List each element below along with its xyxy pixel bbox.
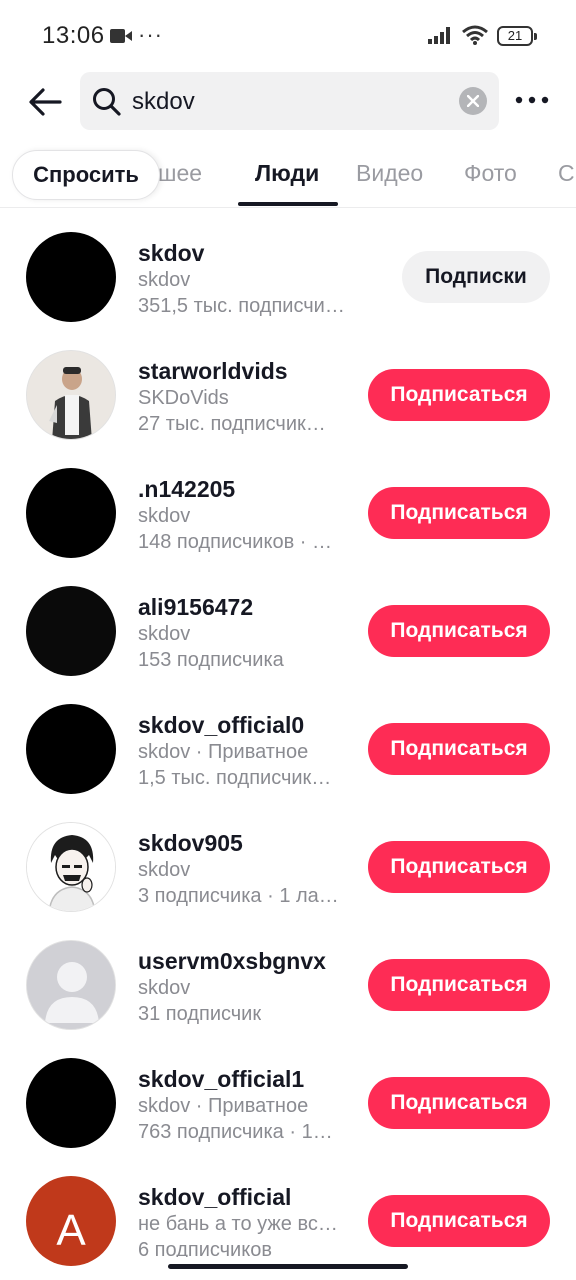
user-row[interactable]: skdov_official1 skdov · Приватное 763 по… [0,1044,576,1162]
follow-button[interactable]: Подписаться [368,959,550,1011]
close-icon [467,95,479,107]
search-query[interactable]: skdov [132,88,195,116]
search-icon [92,87,122,122]
battery-indicator: 21 [497,26,537,46]
user-row[interactable]: ali9156472 skdov 153 подписчика Подписат… [0,572,576,690]
user-follower-count: 153 подписчика [138,649,284,671]
user-follower-count: 1,5 тыс. подписчик… [138,767,332,789]
follow-button[interactable]: Подписаться [368,605,550,657]
user-row[interactable]: A skdov_official не бань а то уже вс… 6 … [0,1162,576,1280]
user-nickname: skdov [138,977,191,999]
wifi-icon [461,24,489,51]
default-avatar-icon [27,941,115,1029]
user-follower-count: 6 подписчиков [138,1239,272,1257]
user-row[interactable]: skdov skdov 351,5 тыс. подписчико… Подпи… [0,218,576,336]
clear-search-button[interactable] [459,87,487,115]
avatar[interactable]: A [26,1176,116,1266]
following-button[interactable]: Подписки [402,251,550,303]
tab-people[interactable]: Люди [255,160,319,187]
more-dots-icon [515,96,549,104]
user-row[interactable]: skdov_official0 skdov · Приватное 1,5 ты… [0,690,576,808]
avatar[interactable] [26,232,116,322]
user-nickname: SKDoVids [138,387,229,409]
user-follower-count: 3 подписчика · 1 ла… [138,885,339,907]
username: skdov_official [138,1184,292,1210]
avatar[interactable] [26,1058,116,1148]
avatar[interactable] [26,468,116,558]
user-row[interactable]: .n142205 skdov 148 подписчиков · … Подпи… [0,454,576,572]
username: uservm0xsbgnvx [138,948,326,974]
user-row[interactable]: starworldvids SKDoVids 27 тыс. подписчик… [0,336,576,454]
home-indicator[interactable] [168,1264,408,1269]
arrow-left-icon [29,88,62,116]
back-button[interactable] [24,82,66,122]
ask-button[interactable]: Спросить [12,150,160,200]
user-follower-count: 148 подписчиков · … [138,531,332,553]
tab-top[interactable]: шее [158,160,202,187]
avatar[interactable] [26,350,116,440]
status-time: 13:06 [42,22,105,49]
user-follower-count: 31 подписчик [138,1003,262,1025]
user-follower-count: 27 тыс. подписчик… [138,413,326,435]
user-nickname: skdov [138,269,191,291]
follow-button[interactable]: Подписаться [368,487,550,539]
avatar[interactable] [26,940,116,1030]
tab-more[interactable]: С [558,160,575,187]
tab-videos[interactable]: Видео [356,160,423,187]
username: .n142205 [138,476,236,502]
user-nickname: skdov · Приватное [138,741,309,763]
more-notifications-icon: ··· [138,22,163,47]
user-follower-count: 351,5 тыс. подписчико… [138,295,353,317]
username: skdov [138,240,205,266]
search-input[interactable]: skdov [80,72,499,130]
follow-button[interactable]: Подписаться [368,723,550,775]
username: skdov_official0 [138,712,305,738]
avatar[interactable] [26,822,116,912]
follow-button[interactable]: Подписаться [368,1195,550,1247]
avatar[interactable] [26,586,116,676]
username: skdov905 [138,830,243,856]
follow-button[interactable]: Подписаться [368,1077,550,1129]
user-nickname: skdov · Приватное [138,1095,309,1117]
user-nickname: skdov [138,623,191,645]
avatar[interactable] [26,704,116,794]
follow-button[interactable]: Подписаться [368,841,550,893]
username: skdov_official1 [138,1066,305,1092]
user-follower-count: 763 подписчика · 1… [138,1121,333,1143]
username: ali9156472 [138,594,254,620]
user-nickname: skdov [138,505,191,527]
video-camera-icon [110,28,132,49]
username: starworldvids [138,358,288,384]
more-options-button[interactable] [512,86,552,114]
status-bar: 13:06 ··· 21 [0,0,576,72]
person-photo-icon [27,351,115,439]
user-row[interactable]: skdov905 skdov 3 подписчика · 1 ла… Подп… [0,808,576,926]
user-nickname: skdov [138,859,191,881]
anime-drawing-icon [27,823,115,911]
user-row[interactable]: uservm0xsbgnvx skdov 31 подписчик Подпис… [0,926,576,1044]
user-bio: не бань а то уже вс… [138,1213,338,1235]
signal-icon [428,26,454,49]
active-tab-indicator [238,202,338,206]
tab-photos[interactable]: Фото [464,160,517,187]
follow-button[interactable]: Подписаться [368,369,550,421]
